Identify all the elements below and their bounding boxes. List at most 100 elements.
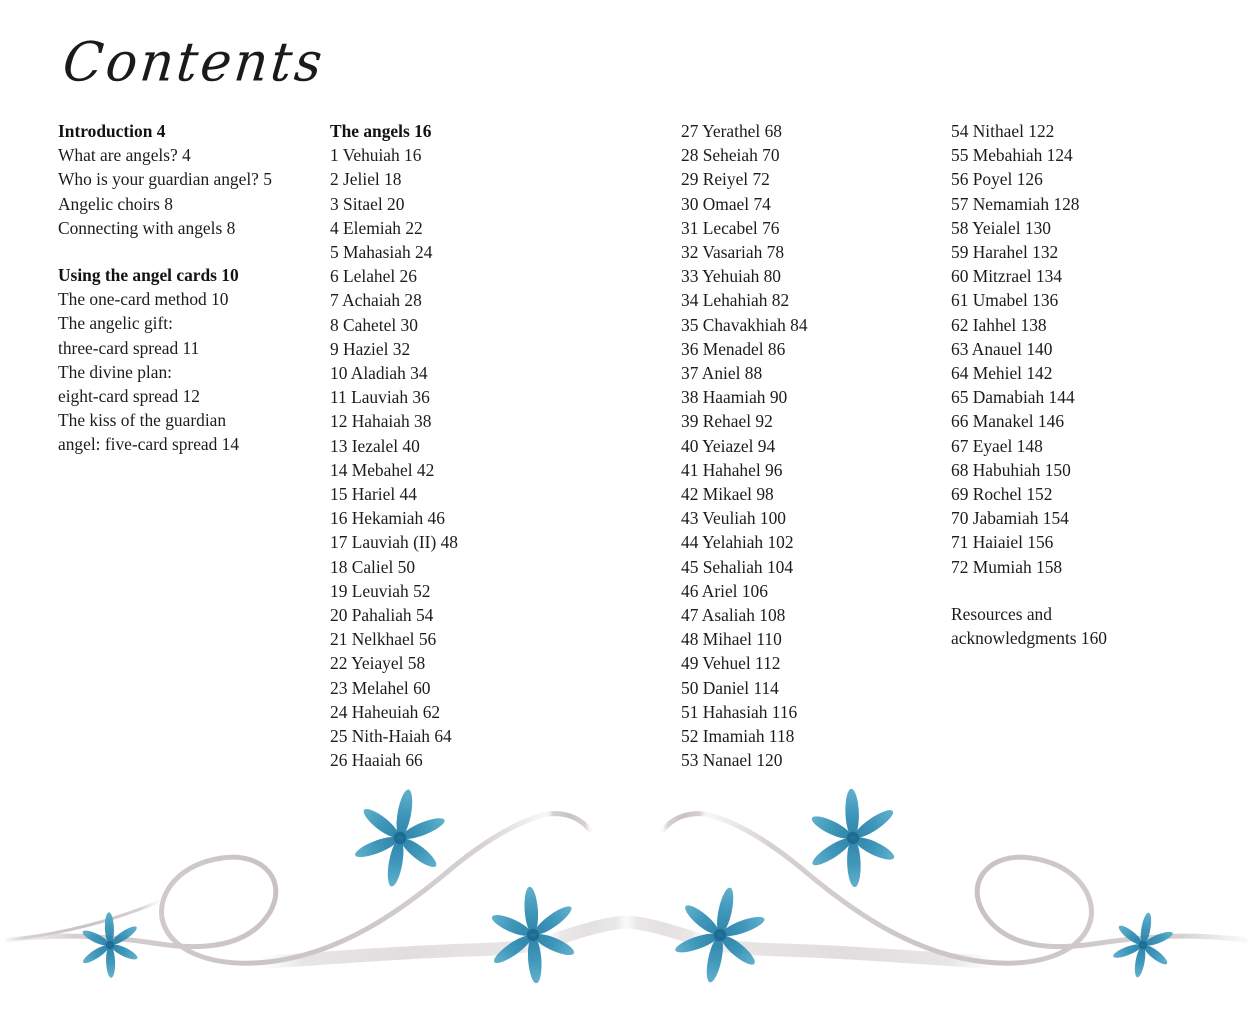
toc-entry[interactable]: 50 Daniel 114 [681, 676, 941, 700]
toc-entry[interactable]: 14 Mebahel 42 [330, 458, 580, 482]
toc-entry[interactable]: 27 Yerathel 68 [681, 119, 941, 143]
toc-entry[interactable]: 9 Haziel 32 [330, 337, 580, 361]
toc-entry[interactable]: 8 Cahetel 30 [330, 313, 580, 337]
floral-ribbon-decoration [0, 772, 1253, 1024]
toc-entry[interactable]: 13 Iezalel 40 [330, 434, 580, 458]
toc-entry[interactable]: The angelic gift: [58, 311, 328, 335]
toc-entry[interactable]: The one-card method 10 [58, 287, 328, 311]
toc-entry[interactable]: Resources and [951, 602, 1216, 626]
toc-entry[interactable]: eight-card spread 12 [58, 384, 328, 408]
flower-icon [76, 908, 144, 982]
toc-entry[interactable]: 57 Nemamiah 128 [951, 192, 1216, 216]
toc-entry[interactable]: Who is your guardian angel? 5 [58, 167, 328, 191]
toc-entry[interactable]: 35 Chavakhiah 84 [681, 313, 941, 337]
toc-entry[interactable]: 63 Anauel 140 [951, 337, 1216, 361]
toc-entry[interactable]: 61 Umabel 136 [951, 288, 1216, 312]
toc-entry[interactable]: 36 Menadel 86 [681, 337, 941, 361]
toc-group: 27 Yerathel 68 28 Seheiah 70 29 Reiyel 7… [681, 119, 941, 772]
toc-entry[interactable]: 11 Lauviah 36 [330, 385, 580, 409]
toc-entry[interactable]: 24 Haheuiah 62 [330, 700, 580, 724]
toc-entry[interactable]: 70 Jabamiah 154 [951, 506, 1216, 530]
toc-entry[interactable]: 42 Mikael 98 [681, 482, 941, 506]
toc-entry[interactable]: 20 Pahaliah 54 [330, 603, 580, 627]
flower-icon [668, 880, 771, 990]
toc-entry[interactable]: 49 Vehuel 112 [681, 651, 941, 675]
table-of-contents: Introduction 4 What are angels? 4 Who is… [0, 119, 1253, 799]
toc-entry[interactable]: 15 Hariel 44 [330, 482, 580, 506]
toc-entry[interactable]: 40 Yeiazel 94 [681, 434, 941, 458]
toc-entry[interactable]: 6 Lelahel 26 [330, 264, 580, 288]
toc-entry[interactable]: 3 Sitael 20 [330, 192, 580, 216]
toc-entry[interactable]: 19 Leuviah 52 [330, 579, 580, 603]
toc-entry[interactable]: 10 Aladiah 34 [330, 361, 580, 385]
toc-entry[interactable]: 25 Nith-Haiah 64 [330, 724, 580, 748]
toc-entry[interactable]: 69 Rochel 152 [951, 482, 1216, 506]
toc-entry[interactable]: 67 Eyael 148 [951, 434, 1216, 458]
toc-section-heading[interactable]: Introduction 4 [58, 119, 328, 143]
toc-entry[interactable]: 2 Jeliel 18 [330, 167, 580, 191]
toc-entry[interactable]: 68 Habuhiah 150 [951, 458, 1216, 482]
toc-entry[interactable]: 38 Haamiah 90 [681, 385, 941, 409]
toc-entry[interactable]: 4 Elemiah 22 [330, 216, 580, 240]
toc-entry[interactable]: three-card spread 11 [58, 336, 328, 360]
toc-entry[interactable]: 41 Hahahel 96 [681, 458, 941, 482]
toc-entry[interactable]: 18 Caliel 50 [330, 555, 580, 579]
toc-entry[interactable]: 23 Melahel 60 [330, 676, 580, 700]
toc-group: The angels 16 1 Vehuiah 16 2 Jeliel 18 3… [330, 119, 580, 772]
toc-entry[interactable]: 59 Harahel 132 [951, 240, 1216, 264]
toc-entry[interactable]: 47 Asaliah 108 [681, 603, 941, 627]
toc-entry[interactable]: 17 Lauviah (II) 48 [330, 530, 580, 554]
toc-entry[interactable]: 71 Haiaiel 156 [951, 530, 1216, 554]
toc-entry[interactable]: 52 Imamiah 118 [681, 724, 941, 748]
toc-entry[interactable]: 32 Vasariah 78 [681, 240, 941, 264]
toc-entry[interactable]: 43 Veuliah 100 [681, 506, 941, 530]
toc-entry[interactable]: 54 Nithael 122 [951, 119, 1216, 143]
toc-entry[interactable]: 22 Yeiayel 58 [330, 651, 580, 675]
toc-entry[interactable]: 56 Poyel 126 [951, 167, 1216, 191]
toc-entry[interactable]: 5 Mahasiah 24 [330, 240, 580, 264]
toc-entry[interactable]: 7 Achaiah 28 [330, 288, 580, 312]
flower-icon [481, 880, 584, 990]
toc-entry[interactable]: 39 Rehael 92 [681, 409, 941, 433]
toc-entry[interactable]: What are angels? 4 [58, 143, 328, 167]
toc-column-1: Introduction 4 What are angels? 4 Who is… [58, 119, 328, 457]
toc-entry[interactable]: 62 Iahhel 138 [951, 313, 1216, 337]
toc-entry[interactable]: 30 Omael 74 [681, 192, 941, 216]
toc-entry[interactable]: 21 Nelkhael 56 [330, 627, 580, 651]
toc-entry[interactable]: The kiss of the guardian [58, 408, 328, 432]
toc-entry[interactable]: acknowledgments 160 [951, 626, 1216, 650]
toc-entry[interactable]: angel: five-card spread 14 [58, 432, 328, 456]
toc-section-heading[interactable]: Using the angel cards 10 [58, 263, 328, 287]
toc-entry[interactable]: 72 Mumiah 158 [951, 555, 1216, 579]
toc-entry[interactable]: 53 Nanael 120 [681, 748, 941, 772]
toc-entry[interactable]: 34 Lehahiah 82 [681, 288, 941, 312]
toc-entry[interactable]: 44 Yelahiah 102 [681, 530, 941, 554]
flower-icon [1109, 908, 1177, 982]
toc-entry[interactable]: Connecting with angels 8 [58, 216, 328, 240]
toc-entry[interactable]: 55 Mebahiah 124 [951, 143, 1216, 167]
toc-group: Introduction 4 What are angels? 4 Who is… [58, 119, 328, 240]
flower-icon [802, 783, 904, 893]
toc-entry[interactable]: 1 Vehuiah 16 [330, 143, 580, 167]
toc-entry[interactable]: The divine plan: [58, 360, 328, 384]
toc-entry[interactable]: Angelic choirs 8 [58, 192, 328, 216]
toc-entry[interactable]: 37 Aniel 88 [681, 361, 941, 385]
toc-section-heading[interactable]: The angels 16 [330, 119, 580, 143]
toc-entry[interactable]: 51 Hahasiah 116 [681, 700, 941, 724]
toc-entry[interactable]: 16 Hekamiah 46 [330, 506, 580, 530]
toc-entry[interactable]: 45 Sehaliah 104 [681, 555, 941, 579]
toc-entry[interactable]: 66 Manakel 146 [951, 409, 1216, 433]
toc-entry[interactable]: 48 Mihael 110 [681, 627, 941, 651]
toc-entry[interactable]: 64 Mehiel 142 [951, 361, 1216, 385]
toc-entry[interactable]: 28 Seheiah 70 [681, 143, 941, 167]
toc-entry[interactable]: 26 Haaiah 66 [330, 748, 580, 772]
toc-entry[interactable]: 58 Yeialel 130 [951, 216, 1216, 240]
toc-entry[interactable]: 60 Mitzrael 134 [951, 264, 1216, 288]
toc-entry[interactable]: 29 Reiyel 72 [681, 167, 941, 191]
toc-entry[interactable]: 31 Lecabel 76 [681, 216, 941, 240]
toc-entry[interactable]: 46 Ariel 106 [681, 579, 941, 603]
toc-entry[interactable]: 12 Hahaiah 38 [330, 409, 580, 433]
toc-entry[interactable]: 65 Damabiah 144 [951, 385, 1216, 409]
toc-entry[interactable]: 33 Yehuiah 80 [681, 264, 941, 288]
